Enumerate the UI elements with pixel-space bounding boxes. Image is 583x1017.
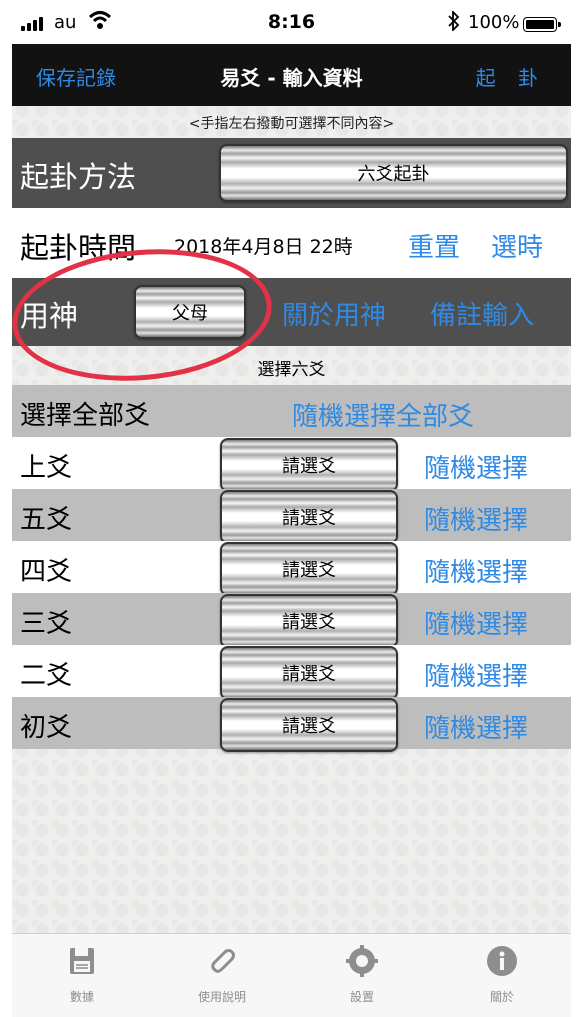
yao-row: 五爻 請選爻 隨機選擇 (12, 489, 571, 544)
time-value: 2018年4月8日 22時 (174, 236, 353, 258)
tab-label: 數據 (69, 990, 94, 1004)
yao-picker[interactable]: 請選爻 (220, 438, 398, 492)
yao-label: 四爻 (20, 557, 73, 587)
select-all-row: 選擇全部爻 隨機選擇全部爻 (12, 385, 571, 437)
yao-label: 上爻 (20, 453, 73, 483)
battery-icon (523, 17, 561, 32)
reset-time-button[interactable]: 重置 (408, 227, 460, 264)
yao-picker[interactable]: 請選爻 (220, 594, 398, 648)
random-select-button[interactable]: 隨機選擇 (424, 708, 528, 745)
tab-bar: 數據 使用說明 設置 關於 (12, 933, 571, 1017)
section-title: 選擇六爻 (257, 360, 326, 380)
yao-label: 二爻 (20, 661, 73, 691)
app-screen: au 8:16 100% 保存記錄 易爻 - 輸入資料 起 卦 <手指左右撥動可… (12, 0, 571, 1017)
yongshen-row: 用神 父母 關於用神 備註輸入 (12, 278, 571, 346)
yao-label: 初爻 (20, 713, 73, 743)
yao-label: 三爻 (20, 609, 73, 639)
cast-hexagram-button[interactable]: 起 卦 (476, 62, 546, 91)
swipe-hint: <手指左右撥動可選擇不同內容> (188, 116, 395, 132)
time-label: 起卦時間 (20, 231, 137, 265)
tab-label: 設置 (349, 990, 374, 1004)
random-select-all-button[interactable]: 隨機選擇全部爻 (292, 396, 474, 433)
tab-label: 關於 (489, 990, 514, 1004)
navigation-bar: 保存記錄 易爻 - 輸入資料 起 卦 (12, 44, 571, 106)
select-all-label: 選擇全部爻 (20, 401, 151, 431)
bluetooth-icon (448, 11, 460, 31)
random-select-button[interactable]: 隨機選擇 (424, 552, 528, 589)
tab-data[interactable]: 數據 (12, 934, 152, 1017)
pick-time-button[interactable]: 選時 (491, 227, 543, 264)
yao-picker[interactable]: 請選爻 (220, 542, 398, 596)
yao-row: 二爻 請選爻 隨機選擇 (12, 645, 571, 700)
battery-percent: 100% (468, 12, 520, 33)
tab-instructions[interactable]: 使用說明 (152, 934, 292, 1017)
random-select-button[interactable]: 隨機選擇 (424, 656, 528, 693)
method-label: 起卦方法 (20, 160, 137, 194)
yongshen-label: 用神 (20, 299, 79, 333)
about-yongshen-button[interactable]: 關於用神 (282, 295, 386, 332)
tab-label: 使用說明 (197, 990, 246, 1004)
tab-about[interactable]: 關於 (432, 934, 571, 1017)
time-row: 起卦時間 2018年4月8日 22時 重置 選時 (12, 208, 571, 278)
gear-icon (346, 945, 378, 977)
yao-picker[interactable]: 請選爻 (220, 490, 398, 544)
yongshen-picker[interactable]: 父母 (134, 285, 246, 339)
random-select-button[interactable]: 隨機選擇 (424, 604, 528, 641)
floppy-disk-icon (70, 948, 94, 974)
method-row: 起卦方法 六爻起卦 (12, 138, 571, 208)
notes-input-button[interactable]: 備註輸入 (430, 295, 534, 332)
paperclip-icon (211, 949, 235, 973)
info-icon (487, 946, 517, 976)
method-picker[interactable]: 六爻起卦 (219, 144, 568, 202)
random-select-button[interactable]: 隨機選擇 (424, 500, 528, 537)
tab-settings[interactable]: 設置 (292, 934, 432, 1017)
yao-row: 三爻 請選爻 隨機選擇 (12, 593, 571, 648)
yao-picker[interactable]: 請選爻 (220, 646, 398, 700)
yao-label: 五爻 (20, 505, 73, 535)
yao-row: 四爻 請選爻 隨機選擇 (12, 541, 571, 596)
random-select-button[interactable]: 隨機選擇 (424, 448, 528, 485)
yao-row: 初爻 請選爻 隨機選擇 (12, 697, 571, 752)
status-bar: au 8:16 100% (12, 0, 571, 44)
yao-picker[interactable]: 請選爻 (220, 698, 398, 752)
yao-row: 上爻 請選爻 隨機選擇 (12, 437, 571, 492)
